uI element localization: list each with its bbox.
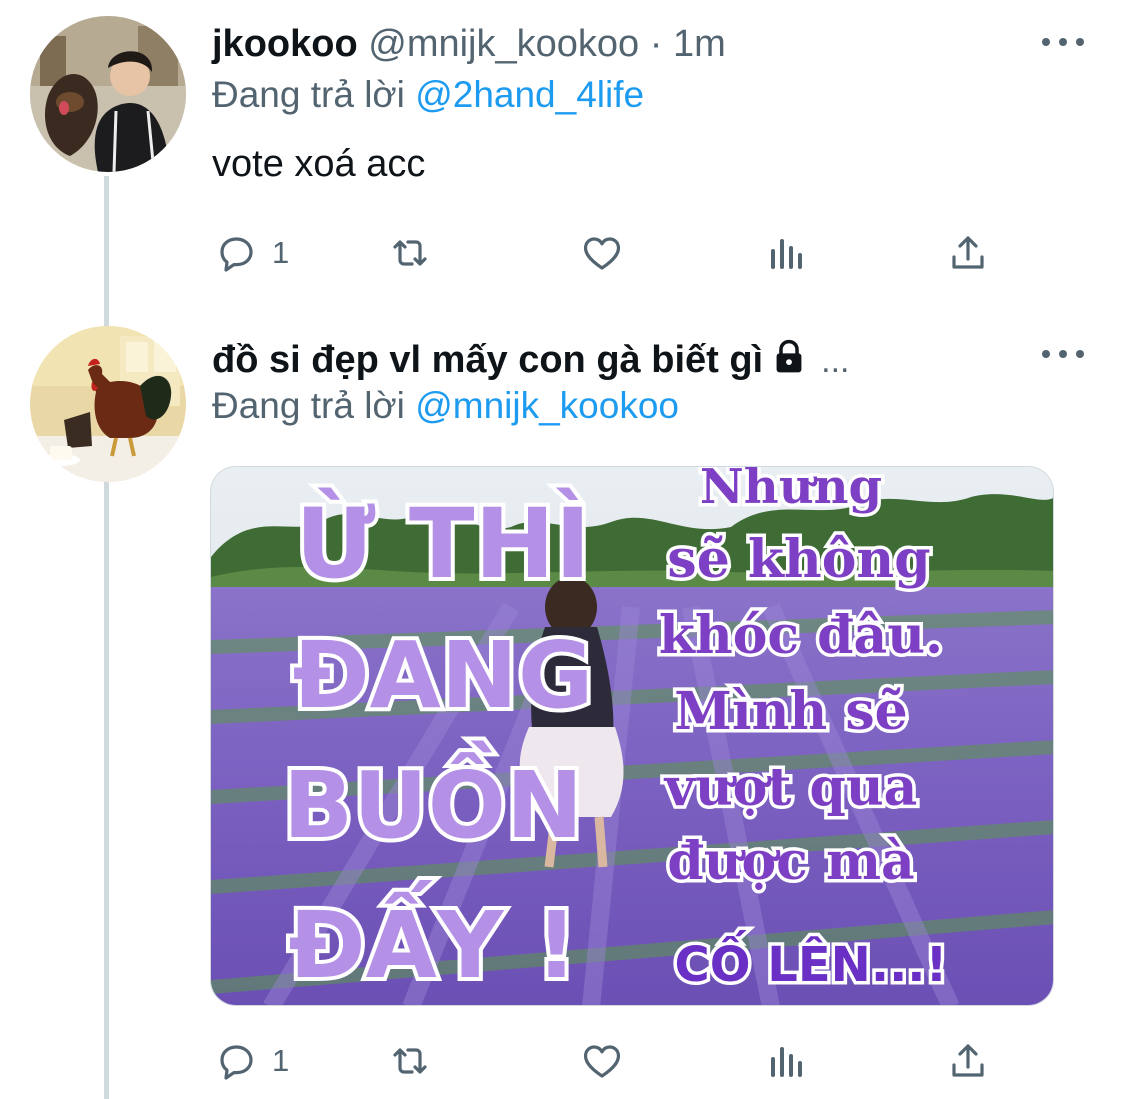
meme-line-1: Ừ THÌ — [295, 487, 590, 600]
reply-count: 1 — [272, 235, 290, 270]
avatar-person-with-dog-icon — [30, 16, 186, 172]
reply-count: 1 — [272, 1043, 290, 1078]
more-dot-icon — [1076, 38, 1084, 46]
user-avatar[interactable] — [30, 326, 186, 482]
reply-button[interactable]: 1 — [212, 1036, 289, 1086]
heart-icon — [583, 237, 621, 270]
tweet-actions: 1 — [212, 1036, 1002, 1086]
retweet-button[interactable] — [386, 228, 446, 278]
analytics-button[interactable] — [762, 228, 810, 278]
replying-to-label: Đang trả lời — [212, 74, 405, 115]
meme-line-4: ĐẤY ! — [289, 879, 578, 999]
more-options-button[interactable] — [1042, 27, 1084, 57]
analytics-icon — [771, 239, 802, 269]
more-dot-icon — [1042, 38, 1050, 46]
reply-icon — [220, 237, 253, 272]
user-avatar[interactable] — [30, 16, 186, 172]
replying-to: Đang trả lời @mnijk_kookoo — [212, 384, 679, 428]
meme-right-line-3: khóc đâu. — [659, 605, 943, 666]
analytics-button[interactable] — [762, 1036, 810, 1086]
name-truncation: ... — [821, 342, 850, 380]
replying-to-label: Đang trả lời — [212, 385, 405, 426]
separator-dot: · — [649, 23, 663, 65]
meme-call-to-action: CỐ LÊN...! — [675, 930, 948, 993]
reply-icon — [220, 1045, 253, 1080]
retweet-icon — [393, 240, 427, 266]
tweet-media-image[interactable]: Ừ THÌ ĐANG BUỒN ĐẤY ! Nhưng sẽ không khó… — [210, 466, 1054, 1006]
retweet-button[interactable] — [386, 1036, 446, 1086]
display-name[interactable]: jkookoo — [212, 23, 358, 65]
more-dot-icon — [1076, 350, 1084, 358]
meme-right-line-6: được mà — [667, 831, 914, 892]
tweet-actions: 1 — [212, 228, 1002, 278]
share-button[interactable] — [944, 228, 992, 278]
like-button[interactable] — [578, 1036, 638, 1086]
reply-button[interactable]: 1 — [212, 228, 289, 278]
more-dot-icon — [1059, 38, 1067, 46]
avatar-rooster-icon — [30, 326, 186, 482]
timestamp[interactable]: 1m — [673, 23, 726, 65]
more-dot-icon — [1059, 350, 1067, 358]
meme-right-line-2: sẽ không — [667, 529, 930, 590]
tweet-text: vote xoá acc — [212, 143, 426, 185]
analytics-icon — [771, 1047, 802, 1077]
lock-icon — [776, 339, 802, 373]
meme-right-line-5: vượt qua — [664, 757, 918, 818]
more-dot-icon — [1042, 350, 1050, 358]
tweet-header: jkookoo @mnijk_kookoo · 1m — [212, 22, 1025, 66]
mention-link[interactable]: @2hand_4life — [415, 74, 644, 115]
retweet-icon — [393, 1048, 427, 1074]
like-button[interactable] — [578, 228, 638, 278]
share-button[interactable] — [944, 1036, 992, 1086]
tweet-header: đồ si đẹp vl mấy con gà biết gì... — [212, 338, 1025, 383]
more-options-button[interactable] — [1042, 339, 1084, 369]
meme-right-line-4: Mình sẽ — [674, 681, 907, 742]
heart-icon — [583, 1045, 621, 1078]
share-icon — [952, 1044, 984, 1077]
meme-line-2: ĐANG — [293, 622, 594, 729]
meme-line-3: BUỒN — [283, 739, 583, 859]
display-name[interactable]: đồ si đẹp vl mấy con gà biết gì — [212, 339, 763, 381]
tweet-1[interactable]: jkookoo @mnijk_kookoo · 1m Đang trả lời … — [0, 0, 1125, 300]
share-icon — [952, 236, 984, 269]
replying-to: Đang trả lời @2hand_4life — [212, 73, 644, 117]
lavender-meme-image: Ừ THÌ ĐANG BUỒN ĐẤY ! Nhưng sẽ không khó… — [211, 467, 1053, 1005]
user-handle[interactable]: @mnijk_kookoo — [368, 23, 639, 65]
mention-link[interactable]: @mnijk_kookoo — [415, 385, 679, 426]
meme-right-line-1: Nhưng — [700, 467, 882, 515]
